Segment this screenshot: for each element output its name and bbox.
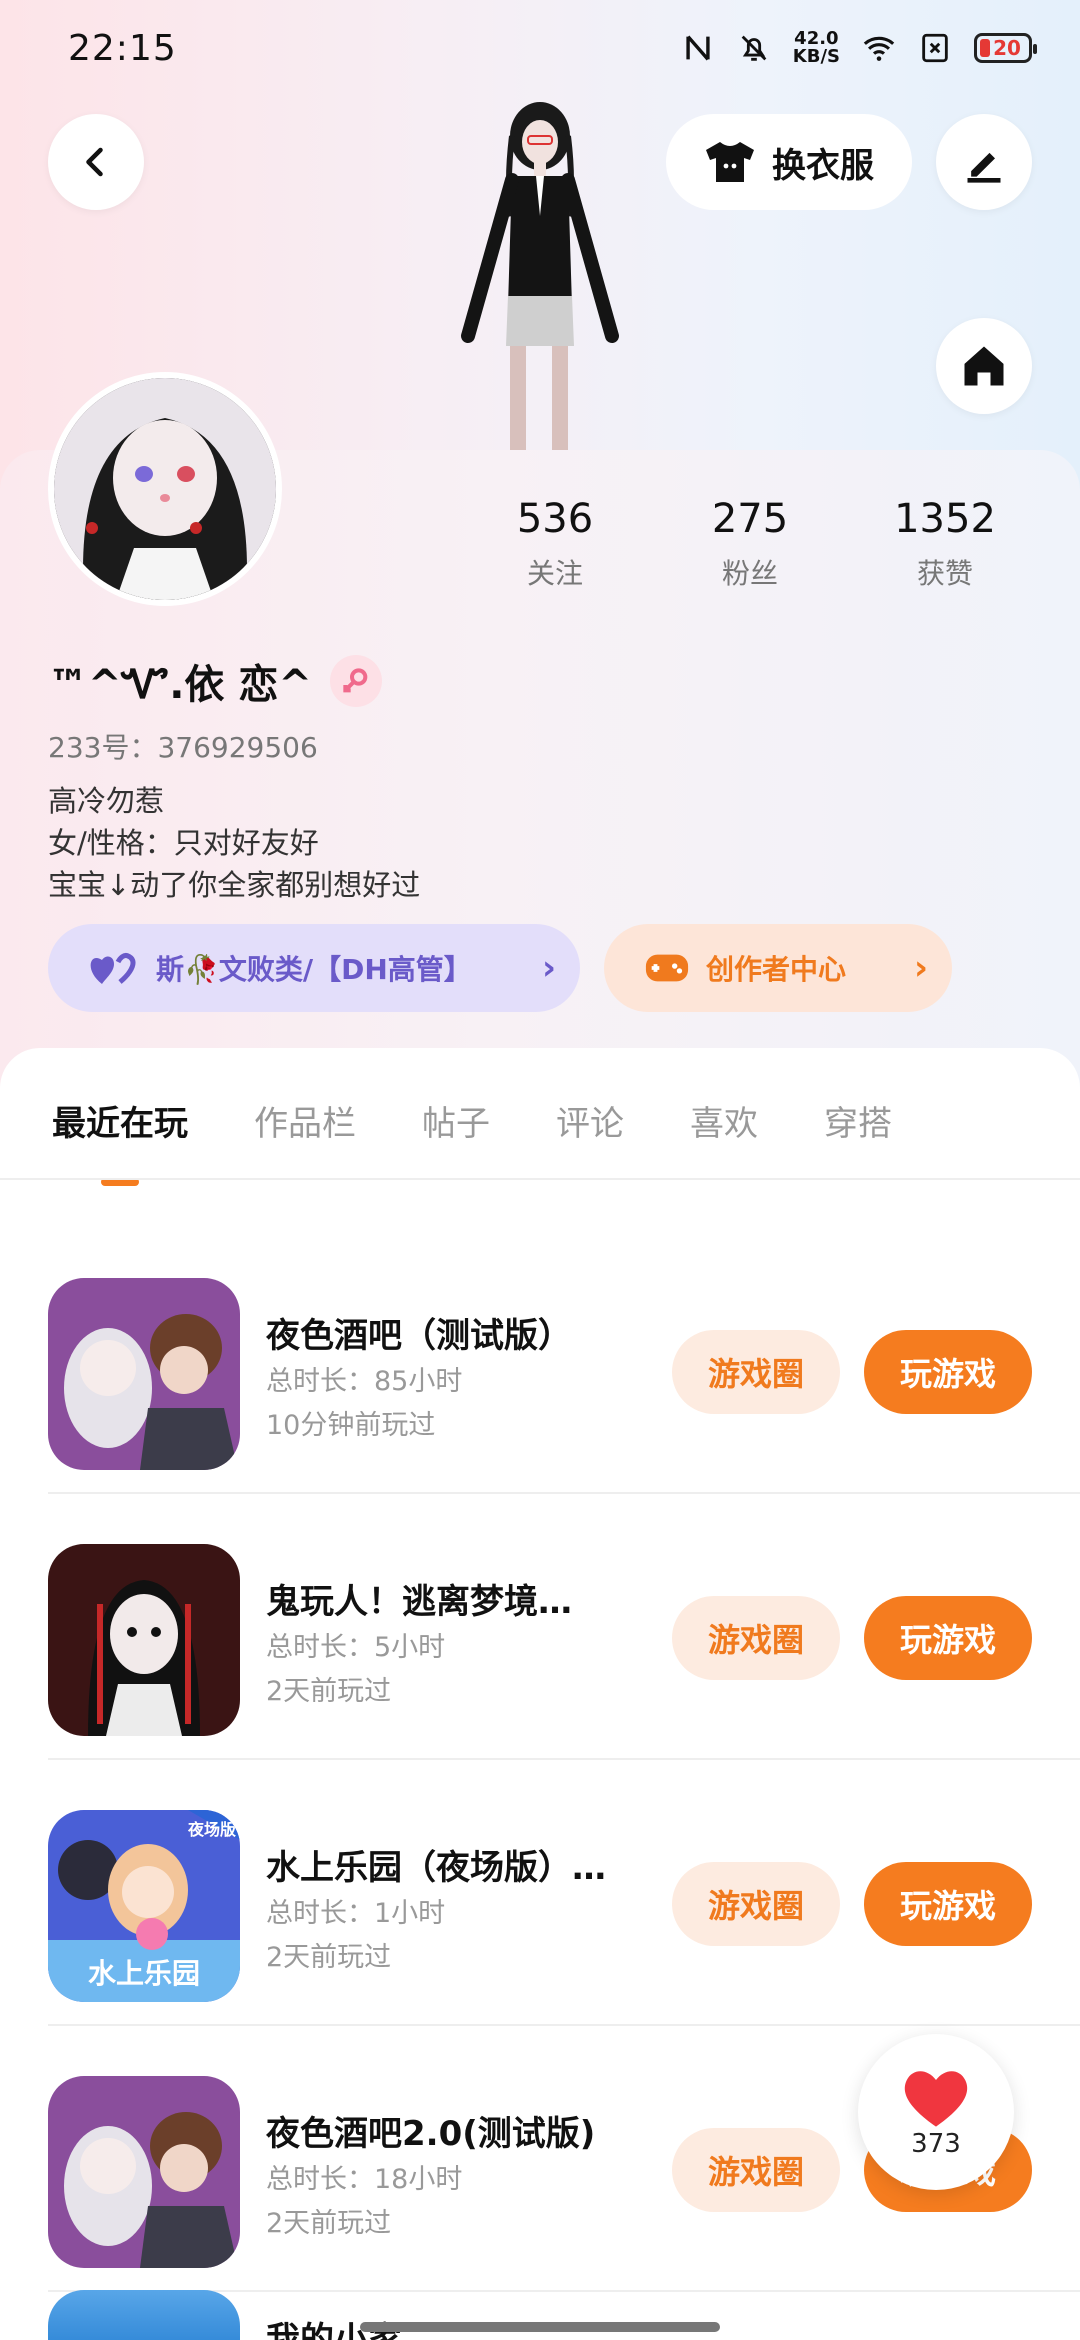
mute-bell-icon <box>741 35 767 61</box>
profile-tabs: 最近在玩 作品栏 帖子 评论 喜欢 穿搭 <box>0 1096 1080 1226</box>
avatar[interactable] <box>48 372 282 606</box>
change-outfit-button[interactable]: 换衣服 <box>666 114 912 210</box>
profile-nickname-row: ™^Ꮙ.依 恋^ <box>48 652 382 710</box>
status-bar: 22:15 42.0 KB/S 20 <box>0 0 1080 96</box>
status-time: 22:15 <box>68 27 177 69</box>
chevron-right-icon: › <box>541 948 556 988</box>
game-circle-button[interactable]: 游戏圈 <box>672 1862 840 1946</box>
avatar-image <box>54 378 276 600</box>
tshirt-icon <box>706 142 754 182</box>
tab-likes[interactable]: 喜欢 <box>690 1096 758 1168</box>
game-icon-text: 水上乐园 <box>87 1957 200 1990</box>
stat-fans-label: 粉丝 <box>721 557 778 590</box>
stat-likes-value: 1352 <box>894 496 996 542</box>
tab-works[interactable]: 作品栏 <box>254 1096 356 1168</box>
game-icon[interactable]: 夜场版 水上乐园 <box>48 1810 240 2002</box>
user-id: 233号：376929506 <box>48 731 318 764</box>
play-game-button[interactable]: 玩游戏 <box>864 1330 1032 1414</box>
game-last-played: 10分钟前玩过 <box>266 1410 436 1441</box>
game-meta: 总时长：1小时 2天前玩过 <box>266 1892 445 1980</box>
game-last-played: 2天前玩过 <box>266 1676 392 1707</box>
home-button[interactable] <box>936 318 1032 414</box>
avatar-portrait <box>54 378 276 600</box>
game-meta: 总时长：85小时 10分钟前玩过 <box>266 1360 462 1448</box>
list-item[interactable]: 夜色酒吧（测试版） 总时长：85小时 10分钟前玩过 游戏圈 玩游戏 <box>0 1228 1080 1494</box>
tab-posts[interactable]: 帖子 <box>422 1096 490 1168</box>
net-speed-unit: KB/S <box>792 46 840 67</box>
game-last-played: 2天前玩过 <box>266 1942 392 1973</box>
stat-fans-value: 275 <box>711 496 789 542</box>
tab-recently-played[interactable]: 最近在玩 <box>52 1096 188 1168</box>
bio-line: 女/性格：只对好友好 <box>48 826 319 860</box>
stat-likes[interactable]: 1352 获赞 <box>860 496 1030 592</box>
game-title: 夜色酒吧（测试版） <box>266 1316 572 1356</box>
game-icon[interactable] <box>48 2076 240 2268</box>
double-heart-icon <box>90 953 136 984</box>
back-button[interactable] <box>48 114 144 210</box>
stat-fans[interactable]: 275 粉丝 <box>665 496 835 592</box>
battery-indicator: 20 <box>974 33 1037 63</box>
net-speed: 42.0 KB/S <box>793 30 840 66</box>
tab-comments[interactable]: 评论 <box>556 1096 624 1168</box>
creator-center-label: 创作者中心 <box>706 953 847 986</box>
game-icon[interactable] <box>48 1544 240 1736</box>
house-icon <box>964 346 1004 386</box>
stat-following-label: 关注 <box>526 557 583 590</box>
game-title: 鬼玩人！逃离梦境… <box>266 1582 572 1622</box>
stat-following-value: 536 <box>516 496 594 542</box>
game-circle-button[interactable]: 游戏圈 <box>672 1596 840 1680</box>
female-gender-icon <box>329 655 382 707</box>
stat-following[interactable]: 536 关注 <box>470 496 640 592</box>
nfc-icon <box>686 35 710 61</box>
gamepad-icon <box>645 954 689 982</box>
pencil-icon <box>967 152 1001 183</box>
game-meta: 总时长：5小时 2天前玩过 <box>266 1626 445 1714</box>
creator-center-button[interactable]: 创作者中心 › <box>604 924 952 1012</box>
bio-line: 高冷勿惹 <box>48 784 165 818</box>
game-meta: 总时长：18小时 2天前玩过 <box>266 2158 462 2246</box>
bio-line: 宝宝↓动了你全家都别想好过 <box>48 868 421 902</box>
profile-stats: 536 关注 275 粉丝 1352 获赞 <box>470 496 1030 592</box>
change-outfit-label: 换衣服 <box>772 145 874 186</box>
bio: 高冷勿惹 女/性格：只对好友好 宝宝↓动了你全家都别想好过 <box>48 780 420 906</box>
nickname: ™^Ꮙ.依 恋^ <box>48 662 312 708</box>
wifi-icon <box>863 36 895 61</box>
no-sim-icon <box>922 33 948 63</box>
game-duration: 总时长：5小时 <box>266 1632 446 1663</box>
play-game-button[interactable]: 玩游戏 <box>864 1862 1032 1946</box>
stat-likes-label: 获赞 <box>916 557 973 590</box>
game-duration: 总时长：1小时 <box>266 1898 446 1929</box>
like-count: 373 <box>911 2129 961 2159</box>
like-float-button[interactable]: 373 <box>858 2034 1014 2190</box>
edit-profile-button[interactable] <box>936 114 1032 210</box>
home-indicator[interactable] <box>360 2322 720 2332</box>
play-game-button[interactable]: 玩游戏 <box>864 1596 1032 1680</box>
guild-label: 斯🥀文败类/【DH高管】 <box>156 953 472 986</box>
list-item[interactable]: 夜场版 水上乐园 水上乐园（夜场版）… 总时长：1小时 2天前玩过 游戏圈 玩游… <box>0 1760 1080 2026</box>
game-duration: 总时长：18小时 <box>266 2164 463 2195</box>
avatar-character-figure[interactable] <box>450 96 630 450</box>
game-circle-button[interactable]: 游戏圈 <box>672 2128 840 2212</box>
tab-divider <box>0 1178 1080 1180</box>
game-title: 夜色酒吧2.0(测试版) <box>266 2114 596 2154</box>
list-item[interactable]: 鬼玩人！逃离梦境… 总时长：5小时 2天前玩过 游戏圈 玩游戏 <box>0 1494 1080 1760</box>
heart-icon <box>904 2071 968 2127</box>
game-last-played: 2天前玩过 <box>266 2208 392 2239</box>
game-icon[interactable] <box>48 2290 240 2340</box>
chevron-left-icon <box>86 147 103 177</box>
tab-outfits[interactable]: 穿搭 <box>824 1096 892 1168</box>
game-title: 水上乐园（夜场版）… <box>266 1848 606 1888</box>
game-duration: 总时长：85小时 <box>266 1366 463 1397</box>
battery-level: 20 <box>993 36 1021 60</box>
game-icon-badge: 夜场版 <box>187 1820 236 1839</box>
chevron-right-icon: › <box>913 948 928 988</box>
game-icon[interactable] <box>48 1278 240 1470</box>
game-circle-button[interactable]: 游戏圈 <box>672 1330 840 1414</box>
guild-button[interactable]: 斯🥀文败类/【DH高管】 › <box>48 924 580 1012</box>
